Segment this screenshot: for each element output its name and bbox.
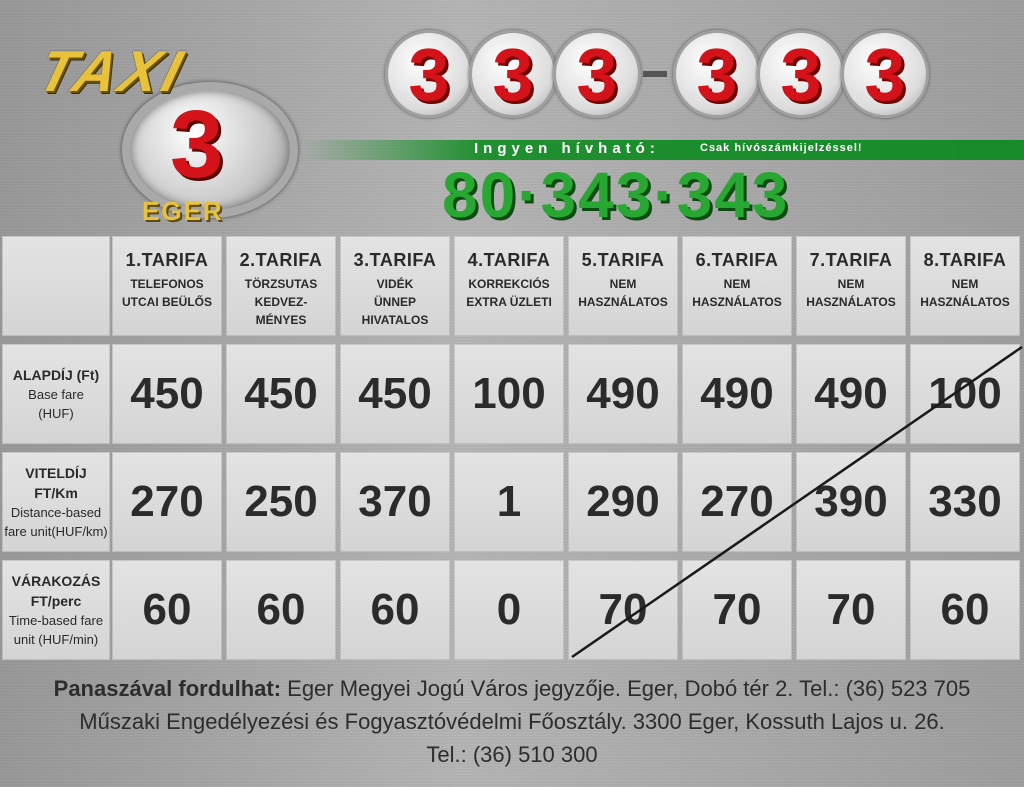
tariff-title: 5.TARIFA xyxy=(581,250,665,270)
tariff-title: 1.TARIFA xyxy=(125,250,209,270)
fare-value-cell: 60 xyxy=(226,560,336,660)
tariff-header: 1.TARIFA TELEFONOS UTCAI BEÜLŐS xyxy=(112,236,222,336)
tariff-header: 7.TARIFA NEM HASZNÁLATOS xyxy=(796,236,906,336)
fare-value-cell: 490 xyxy=(682,344,792,444)
row-label-english: Distance-based fare unit(HUF/km) xyxy=(4,505,108,539)
complaint-authority: Eger Megyei Jogú Város jegyzője. Eger, D… xyxy=(281,676,971,701)
tariff-description: NEM HASZNÁLATOS xyxy=(920,277,1010,309)
table-corner-cell xyxy=(2,236,110,336)
fare-row-label: VITELDÍJ FT/Km Distance-based fare unit(H… xyxy=(2,452,110,552)
tariff-header: 2.TARIFA TÖRZSUTAS KEDVEZ- MÉNYES xyxy=(226,236,336,336)
tariff-title: 4.TARIFA xyxy=(467,250,551,270)
fare-value-cell: 60 xyxy=(340,560,450,660)
phone-digit: 3 xyxy=(385,30,473,118)
tariff-title: 6.TARIFA xyxy=(695,250,779,270)
fare-value-cell: 70 xyxy=(796,560,906,660)
phone-digit: 3 xyxy=(553,30,641,118)
footer-line-2: Műszaki Engedélyezési és Fogyasztóvédelm… xyxy=(79,709,945,734)
fare-value-cell: 1 xyxy=(454,452,564,552)
fare-value-cell: 250 xyxy=(226,452,336,552)
row-label-english: Base fare (HUF) xyxy=(28,387,84,421)
tariff-title: 2.TARIFA xyxy=(239,250,323,270)
taxi-3-logo: TAXI 3 EGER xyxy=(30,30,370,226)
row-label-hungarian: VÁRAKOZÁS FT/perc xyxy=(11,573,101,609)
fare-value-cell: 330 xyxy=(910,452,1020,552)
complaint-label: Panaszával fordulhat: xyxy=(53,676,282,701)
logo-city: EGER xyxy=(142,196,224,226)
tariff-description: NEM HASZNÁLATOS xyxy=(692,277,782,309)
fare-value-cell: 70 xyxy=(568,560,678,660)
footer: Panaszával fordulhat: Eger Megyei Jogú V… xyxy=(0,672,1024,771)
fare-value-cell: 450 xyxy=(226,344,336,444)
tariff-description: TÖRZSUTAS KEDVEZ- MÉNYES xyxy=(244,277,318,327)
fare-value-cell: 450 xyxy=(112,344,222,444)
tariff-description: KORREKCIÓS EXTRA ÜZLETI xyxy=(466,277,552,309)
tariff-description: TELEFONOS UTCAI BEÜLŐS xyxy=(122,277,212,309)
tariff-header: 8.TARIFA NEM HASZNÁLATOS xyxy=(910,236,1020,336)
free-phone-number: 80·343·343 xyxy=(442,159,790,231)
phone-digit: 3 xyxy=(673,30,761,118)
tariff-header: 3.TARIFA VIDÉK ÜNNEP HIVATALOS xyxy=(340,236,450,336)
tariff-title: 8.TARIFA xyxy=(923,250,1007,270)
fare-value-cell: 0 xyxy=(454,560,564,660)
fare-value-cell: 490 xyxy=(568,344,678,444)
fare-row-label: ALAPDÍJ (Ft) Base fare (HUF) xyxy=(2,344,110,444)
fare-value-cell: 490 xyxy=(796,344,906,444)
main-phone-number: 3 3 3 3 3 3 xyxy=(385,30,929,118)
fare-value-cell: 270 xyxy=(682,452,792,552)
fare-value-cell: 370 xyxy=(340,452,450,552)
fare-value-cell: 270 xyxy=(112,452,222,552)
fare-value-cell: 390 xyxy=(796,452,906,552)
row-label-english: Time-based fare unit (HUF/min) xyxy=(8,613,104,647)
fare-row-label: VÁRAKOZÁS FT/perc Time-based fare unit (H… xyxy=(2,560,110,660)
fare-value-cell: 450 xyxy=(340,344,450,444)
logo-number: 3 xyxy=(170,91,224,198)
phone-digit: 3 xyxy=(757,30,845,118)
footer-line-1: Panaszával fordulhat: Eger Megyei Jogú V… xyxy=(0,672,1024,705)
header: TAXI 3 EGER 3 3 3 3 3 3 Ingyen hívható: … xyxy=(0,0,1024,231)
fare-value-cell: 290 xyxy=(568,452,678,552)
tariff-header: 4.TARIFA KORREKCIÓS EXTRA ÜZLETI xyxy=(454,236,564,336)
footer-line-3: Tel.: (36) 510 300 xyxy=(426,742,598,767)
fare-value-cell: 100 xyxy=(910,344,1020,444)
fare-value-cell: 100 xyxy=(454,344,564,444)
fare-value-cell: 60 xyxy=(112,560,222,660)
tariff-header: 6.TARIFA NEM HASZNÁLATOS xyxy=(682,236,792,336)
tariff-title: 7.TARIFA xyxy=(809,250,893,270)
tariff-header: 5.TARIFA NEM HASZNÁLATOS xyxy=(568,236,678,336)
free-call-label: Ingyen hívható: xyxy=(474,140,660,157)
fare-value-cell: 60 xyxy=(910,560,1020,660)
phone-digit: 3 xyxy=(469,30,557,118)
free-call-bar xyxy=(300,140,1024,160)
free-call-note: Csak hívószámkijelzéssel! xyxy=(700,142,863,154)
tariff-description: NEM HASZNÁLATOS xyxy=(578,277,668,309)
row-label-hungarian: VITELDÍJ FT/Km xyxy=(25,465,87,501)
tariff-title: 3.TARIFA xyxy=(353,250,437,270)
fare-value-cell: 70 xyxy=(682,560,792,660)
logo-taxi-text: TAXI xyxy=(31,39,193,104)
phone-dash xyxy=(643,71,667,77)
row-label-hungarian: ALAPDÍJ (Ft) xyxy=(12,367,100,383)
phone-digit: 3 xyxy=(841,30,929,118)
tariff-description: NEM HASZNÁLATOS xyxy=(806,277,896,309)
tariff-description: VIDÉK ÜNNEP HIVATALOS xyxy=(361,277,429,327)
